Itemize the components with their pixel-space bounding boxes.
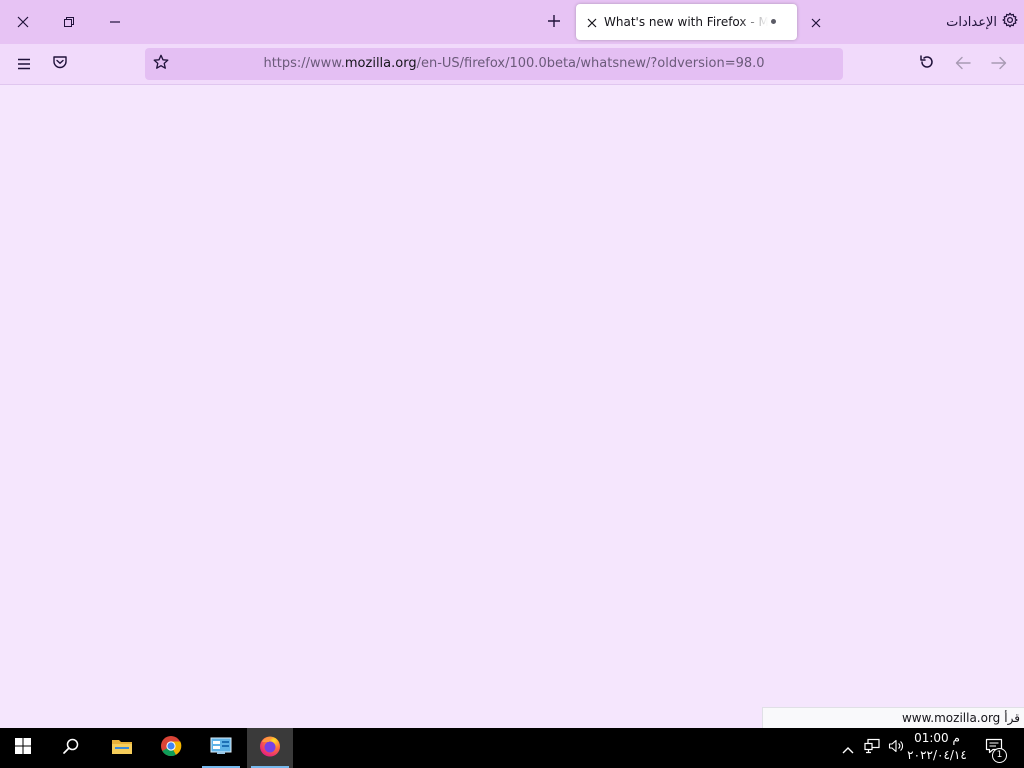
url-prefix: https://www. xyxy=(263,56,345,71)
folder-icon xyxy=(111,737,133,759)
pocket-icon xyxy=(52,54,68,74)
hamburger-menu-icon xyxy=(17,55,31,74)
reload-icon xyxy=(918,53,936,75)
url-text: https://www.mozilla.org/en-US/firefox/10… xyxy=(145,48,843,80)
volume-button[interactable] xyxy=(886,728,906,768)
tab-whats-new[interactable]: What's new with Firefox - Mozilla xyxy=(576,4,797,40)
window-restore-button[interactable] xyxy=(46,0,92,44)
close-icon xyxy=(17,16,29,28)
url-domain: mozilla.org xyxy=(344,56,417,71)
firefox-icon xyxy=(258,734,282,762)
control-panel-icon xyxy=(210,736,232,760)
start-button[interactable] xyxy=(0,728,46,768)
tab-close-button[interactable] xyxy=(582,12,602,32)
new-tab-button[interactable] xyxy=(538,6,570,38)
url-path: /en-US/firefox/100.0beta/whatsnew/?oldve… xyxy=(416,56,765,71)
reload-button[interactable] xyxy=(911,48,943,80)
minimize-icon xyxy=(109,16,121,28)
status-host: www.mozilla.org xyxy=(901,710,1001,725)
clock-time: 01:00 م xyxy=(914,731,960,745)
settings-label: الإعدادات xyxy=(946,14,997,30)
taskbar-control-panel[interactable] xyxy=(198,728,244,768)
arrow-right-icon xyxy=(991,55,1007,74)
network-button[interactable] xyxy=(862,728,882,768)
close-tab-overflow-button[interactable] xyxy=(804,10,828,34)
notification-count: 1 xyxy=(992,748,1007,763)
pocket-button[interactable] xyxy=(44,48,76,80)
tab-attention-dot xyxy=(771,19,776,24)
taskbar-file-explorer[interactable] xyxy=(99,728,145,768)
gear-icon xyxy=(1002,12,1018,32)
app-menu-button[interactable] xyxy=(8,48,40,80)
speaker-icon xyxy=(888,738,904,758)
chevron-up-icon xyxy=(842,739,854,758)
back-button[interactable] xyxy=(947,48,979,80)
plus-icon xyxy=(547,13,561,32)
forward-button[interactable] xyxy=(983,48,1015,80)
taskbar-search-button[interactable] xyxy=(48,728,94,768)
restore-icon xyxy=(63,16,75,28)
chrome-icon xyxy=(160,735,182,761)
action-center-button[interactable]: 1 xyxy=(976,728,1012,768)
taskbar-firefox[interactable] xyxy=(247,728,293,768)
status-panel: www.mozilla.org قرأ xyxy=(762,707,1024,728)
arrow-left-icon xyxy=(955,55,971,74)
window-minimize-button[interactable] xyxy=(92,0,138,44)
close-icon xyxy=(811,13,821,32)
clock-date: ٢٠٢٢/٠٤/١٤ xyxy=(907,748,967,762)
settings-button[interactable]: الإعدادات xyxy=(946,0,1018,44)
navigation-toolbar: https://www.mozilla.org/en-US/firefox/10… xyxy=(0,44,1024,85)
title-bar: What's new with Firefox - Mozilla الإعدا… xyxy=(0,0,1024,44)
address-bar[interactable]: https://www.mozilla.org/en-US/firefox/10… xyxy=(145,48,843,80)
taskbar-clock[interactable]: 01:00 م ٢٠٢٢/٠٤/١٤ xyxy=(906,730,968,766)
window-close-button[interactable] xyxy=(0,0,46,44)
status-label: قرأ xyxy=(1004,710,1020,725)
windows-logo-icon xyxy=(14,737,32,759)
taskbar-chrome[interactable] xyxy=(148,728,194,768)
tab-title: What's new with Firefox - Mozilla xyxy=(604,15,768,29)
taskbar: 01:00 م ٢٠٢٢/٠٤/١٤ 1 xyxy=(0,728,1024,768)
page-content[interactable] xyxy=(0,85,1024,728)
network-icon xyxy=(864,738,880,758)
close-icon xyxy=(587,13,597,32)
search-icon xyxy=(62,737,80,759)
show-hidden-icons-button[interactable] xyxy=(838,728,858,768)
